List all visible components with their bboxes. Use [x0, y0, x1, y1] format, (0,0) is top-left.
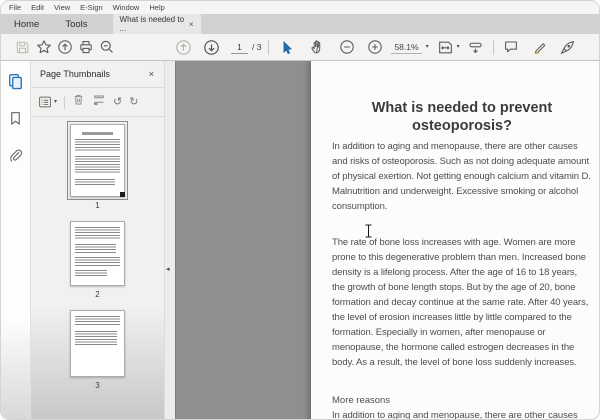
toolbar-divider [492, 39, 494, 55]
thumbnail-page-number: 3 [95, 381, 100, 390]
thumbnail-page-number: 1 [95, 201, 100, 210]
page-number-input[interactable] [231, 40, 248, 54]
toolbar-collapse-icon[interactable] [465, 37, 486, 58]
page-thumbnails-panel: Page Thumbnails × ▾ ↺ ↻ 1 2 3 [31, 61, 164, 419]
chevron-down-icon: ▾ [425, 44, 429, 50]
menu-help[interactable]: Help [144, 3, 169, 12]
fit-width-icon[interactable] [435, 37, 456, 58]
text-cursor-icon [364, 224, 373, 243]
print-icon[interactable] [75, 37, 96, 58]
tab-document-label: What is needed to ... [119, 15, 185, 33]
panel-title: Page Thumbnails [40, 69, 110, 79]
navigation-icon-strip [1, 61, 31, 419]
previous-page-icon[interactable] [173, 37, 194, 58]
menu-window[interactable]: Window [108, 3, 145, 12]
document-title: What is needed to prevent osteoporosis? [371, 100, 553, 134]
page-count-label: / 3 [252, 42, 262, 52]
find-search-icon[interactable] [96, 37, 117, 58]
toolbar-divider [268, 39, 270, 55]
page-thumbnails-panel-icon[interactable] [7, 72, 25, 90]
zoom-out-icon[interactable] [336, 37, 357, 58]
pdf-page[interactable]: What is needed to prevent osteoporosis? … [311, 61, 599, 420]
thumbnail-page-number: 2 [95, 290, 100, 299]
thumbnail-page-1[interactable] [67, 121, 128, 200]
hand-tool-icon[interactable] [306, 37, 327, 58]
tab-document[interactable]: What is needed to ... × [112, 14, 201, 34]
tab-tools[interactable]: Tools [52, 14, 100, 34]
menu-bar: File Edit View E-Sign Window Help [1, 1, 599, 14]
chevron-down-icon: ▾ [54, 99, 58, 105]
document-paragraph: In addition to aging and menopause, ther… [332, 141, 591, 212]
tab-close-icon[interactable]: × [185, 20, 194, 29]
panel-toolbar-divider [64, 95, 66, 109]
thumbnail-page-3[interactable] [70, 310, 125, 377]
document-view[interactable]: What is needed to prevent osteoporosis? … [176, 61, 599, 420]
thumbnail-page-2[interactable] [70, 221, 125, 286]
star-favorite-icon[interactable] [33, 37, 54, 58]
menu-file[interactable]: File [4, 3, 26, 12]
document-subheading: More reasons [332, 395, 391, 406]
content-area: Page Thumbnails × ▾ ↺ ↻ 1 2 3 ◂ What is … [1, 61, 599, 420]
next-page-icon[interactable] [201, 37, 222, 58]
document-paragraph: In addition to aging and menopause, ther… [332, 410, 578, 420]
rotate-clockwise-icon[interactable]: ↻ [129, 96, 138, 108]
thumbnail-list: 1 2 3 [31, 117, 164, 419]
menu-view[interactable]: View [49, 3, 75, 12]
chevron-down-icon[interactable]: ▾ [457, 44, 460, 50]
panel-header: Page Thumbnails × [31, 61, 164, 88]
extract-pages-icon[interactable] [92, 93, 106, 112]
selection-handle[interactable] [120, 192, 125, 197]
highlight-pencil-icon[interactable] [530, 37, 551, 58]
document-paragraph: The rate of bone loss increases with age… [332, 237, 589, 368]
tab-bar: Home Tools What is needed to ... × [1, 14, 599, 34]
panel-splitter[interactable]: ◂ [164, 61, 176, 419]
menu-esign[interactable]: E-Sign [75, 3, 108, 12]
share-upload-icon[interactable] [54, 37, 75, 58]
save-icon[interactable] [12, 37, 33, 58]
zoom-level-value: 58.1% [391, 41, 422, 54]
sign-pen-icon[interactable] [557, 37, 578, 58]
menu-edit[interactable]: Edit [26, 3, 49, 12]
attachments-panel-icon[interactable] [7, 146, 25, 164]
thumbnail-options-icon[interactable]: ▾ [38, 95, 57, 109]
rotate-counterclockwise-icon[interactable]: ↺ [113, 96, 122, 108]
main-toolbar: / 3 58.1% ▾ [1, 34, 599, 61]
select-tool-icon[interactable] [276, 37, 297, 58]
delete-pages-icon[interactable] [72, 93, 85, 111]
bookmarks-panel-icon[interactable] [7, 109, 25, 127]
panel-close-icon[interactable]: × [149, 69, 154, 79]
zoom-level-dropdown[interactable]: 58.1% ▾ [391, 41, 429, 54]
acrobat-window: File Edit View E-Sign Window Help Home T… [0, 0, 600, 420]
tab-home[interactable]: Home [1, 14, 52, 34]
zoom-in-icon[interactable] [364, 37, 385, 58]
comment-icon[interactable] [501, 37, 522, 58]
collapse-panel-icon[interactable]: ◂ [166, 266, 170, 273]
panel-toolbar: ▾ ↺ ↻ [31, 88, 164, 117]
